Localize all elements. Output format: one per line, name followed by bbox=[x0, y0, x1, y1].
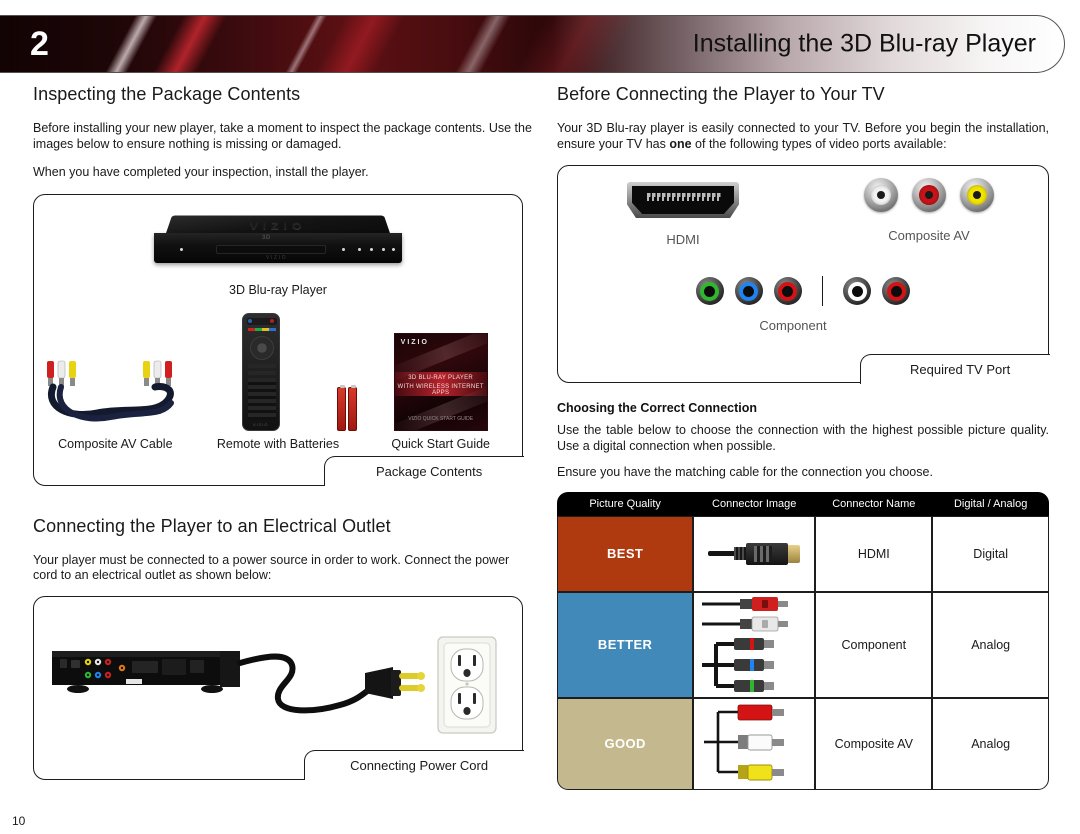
component-pr-jack bbox=[773, 277, 802, 305]
signal-type-cell-composite: Analog bbox=[932, 697, 1049, 790]
hdmi-port-image bbox=[627, 182, 739, 218]
paragraph-before-connecting: Your 3D Blu-ray player is easily connect… bbox=[557, 121, 1049, 152]
composite-av-jacks-image bbox=[834, 178, 1024, 212]
table-header-row: Picture Quality Connector Image Connecto… bbox=[557, 491, 1049, 516]
quality-cell-better: BETTER bbox=[557, 591, 694, 698]
component-y-jack bbox=[695, 277, 724, 305]
player-3d-badge: 3D bbox=[262, 234, 271, 241]
audio-left-jack bbox=[843, 277, 872, 305]
page-title: Installing the 3D Blu-ray Player bbox=[692, 29, 1036, 58]
caption-required-tv-port: Required TV Port bbox=[859, 353, 1050, 384]
figure-required-tv-port: HDMI Composite AV Component Required TV … bbox=[557, 165, 1050, 384]
qsg-line1: 3D BLU-RAY PLAYER bbox=[408, 374, 474, 381]
column-header-connector-image: Connector Image bbox=[693, 491, 816, 516]
left-column: Inspecting the Package Contents Before i… bbox=[33, 84, 533, 781]
section-heading-before-connecting: Before Connecting the Player to Your TV bbox=[557, 84, 885, 104]
audio-right-jack bbox=[882, 277, 911, 305]
paragraph-part-bold: one bbox=[669, 136, 692, 151]
connector-name-cell-hdmi: HDMI bbox=[815, 515, 933, 592]
remote-control-image: VIZIO bbox=[242, 312, 280, 431]
composite-av-cable-image bbox=[35, 331, 195, 431]
banner-streak bbox=[141, 16, 239, 72]
caption-connecting-power-cord: Connecting Power Cord bbox=[303, 750, 524, 781]
jack-group-divider bbox=[821, 276, 824, 306]
quality-cell-best: BEST bbox=[557, 515, 694, 592]
paragraph-inspect-complete: When you have completed your inspection,… bbox=[33, 165, 369, 179]
remote-with-batteries-item: VIZIO Remote with Batteries bbox=[197, 312, 360, 451]
paragraph-matching-cable: Ensure you have the matching cable for t… bbox=[557, 465, 933, 479]
figure-connecting-power-cord: Connecting Power Cord bbox=[33, 595, 524, 781]
section-heading-electrical-outlet: Connecting the Player to an Electrical O… bbox=[33, 515, 391, 536]
banner-streak bbox=[443, 16, 523, 72]
signal-type-cell-hdmi: Digital bbox=[932, 515, 1049, 592]
label-blu-ray-player: 3D Blu-ray Player bbox=[229, 282, 327, 297]
chapter-number: 2 bbox=[30, 25, 49, 63]
figure-package-contents: VIZIO 3D VIZIO 3D Blu-ray Player Composi… bbox=[33, 193, 524, 487]
caption-package-contents: Package Contents bbox=[323, 456, 524, 487]
qsg-footer: VIZIO QUICK START GUIDE bbox=[408, 415, 474, 422]
qsg-brand: VIZIO bbox=[400, 338, 429, 346]
composite-cable-icon bbox=[704, 704, 785, 781]
video-jack bbox=[960, 178, 994, 212]
label-remote-with-batteries: Remote with Batteries bbox=[216, 436, 340, 451]
paragraph-table-intro: Use the table below to choose the connec… bbox=[557, 423, 1049, 453]
page-header-banner: 2 Installing the 3D Blu-ray Player bbox=[0, 15, 1065, 73]
batteries-image bbox=[337, 384, 359, 431]
hdmi-cable-icon bbox=[694, 542, 814, 565]
quick-start-guide-image: VIZIO 3D BLU-RAY PLAYER WITH WIRELESS IN… bbox=[393, 332, 488, 431]
page-number: 10 bbox=[12, 814, 26, 828]
vizio-logo-top: VIZIO bbox=[249, 219, 307, 231]
table-row: BEST HDMI Digital bbox=[557, 515, 1049, 592]
column-header-digital-analog: Digital / Analog bbox=[932, 491, 1049, 516]
paragraph-inspect-intro: Before installing your new player, take … bbox=[33, 121, 532, 151]
connector-name-cell-composite: Composite AV bbox=[815, 697, 933, 790]
table-row: BETTER Component Analog bbox=[557, 591, 1049, 698]
component-cable-icon bbox=[702, 597, 789, 692]
table-row: GOOD Composite AV Analog bbox=[557, 697, 1049, 790]
label-composite-av-port: Composite AV bbox=[888, 228, 970, 243]
quick-start-guide-item: VIZIO 3D BLU-RAY PLAYER WITH WIRELESS IN… bbox=[359, 332, 522, 451]
audio-left-jack bbox=[864, 178, 898, 212]
paragraph-power-source: Your player must be connected to a power… bbox=[33, 552, 510, 583]
label-hdmi-port: HDMI bbox=[666, 232, 700, 247]
banner-streak bbox=[273, 16, 339, 72]
signal-type-cell-component: Analog bbox=[932, 591, 1049, 698]
disc-tray bbox=[216, 244, 326, 254]
label-component-port: Component bbox=[759, 318, 827, 333]
banner-streak bbox=[303, 16, 417, 72]
component-pb-jack bbox=[734, 277, 763, 305]
vizio-logo-front: VIZIO bbox=[266, 254, 288, 261]
banner-streak bbox=[503, 16, 647, 72]
connector-name-cell-component: Component bbox=[815, 591, 933, 698]
column-header-connector-name: Connector Name bbox=[815, 491, 933, 516]
quality-cell-good: GOOD bbox=[557, 697, 694, 790]
qsg-line2: WITH WIRELESS INTERNET APPS bbox=[397, 383, 484, 396]
label-quick-start-guide: Quick Start Guide bbox=[391, 436, 490, 451]
connector-image-cell-component bbox=[693, 591, 816, 698]
blu-ray-player-image: VIZIO 3D VIZIO bbox=[154, 207, 402, 269]
paragraph-part-after: of the following types of video ports av… bbox=[691, 136, 947, 151]
label-composite-av-cable: Composite AV Cable bbox=[58, 436, 173, 451]
section-heading-inspecting: Inspecting the Package Contents bbox=[33, 84, 301, 104]
audio-right-jack bbox=[912, 178, 946, 212]
composite-av-cable-item: Composite AV Cable bbox=[34, 331, 197, 451]
right-column: Before Connecting the Player to Your TV … bbox=[557, 84, 1050, 790]
connector-image-cell-hdmi bbox=[693, 515, 816, 592]
component-jacks-image bbox=[558, 276, 1048, 306]
connection-comparison-table: Picture Quality Connector Image Connecto… bbox=[557, 491, 1049, 790]
column-header-picture-quality: Picture Quality bbox=[557, 491, 694, 516]
banner-streak bbox=[93, 16, 169, 72]
subheading-choosing-connection: Choosing the Correct Connection bbox=[557, 401, 757, 415]
connector-image-cell-composite bbox=[693, 697, 816, 790]
manual-page: 2 Installing the 3D Blu-ray Player Inspe… bbox=[0, 0, 1080, 834]
